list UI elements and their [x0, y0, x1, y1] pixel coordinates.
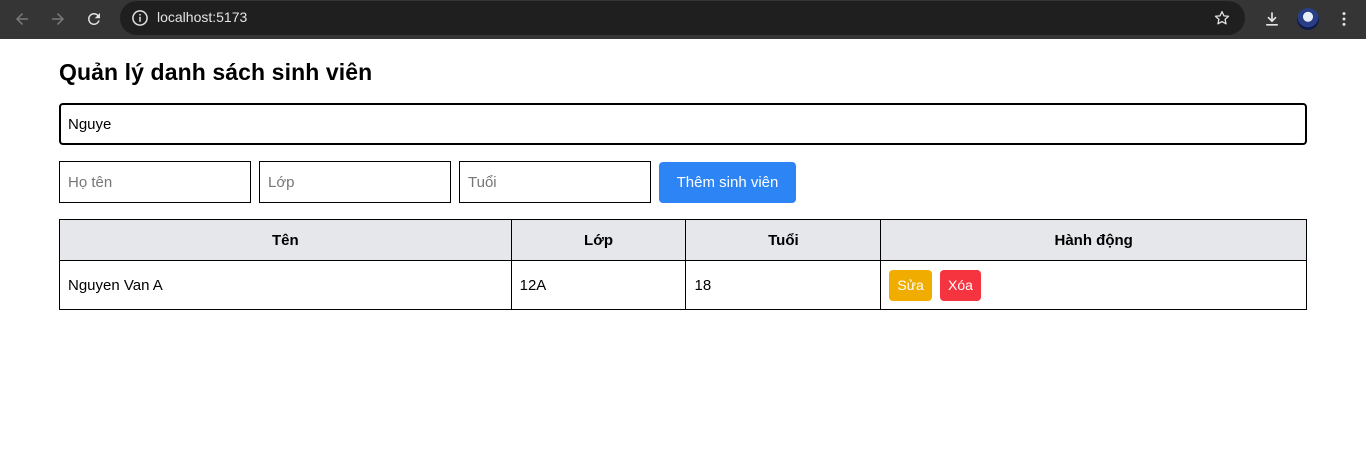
url-text: localhost:5173 [157, 9, 248, 25]
address-bar[interactable]: localhost:5173 [120, 1, 1245, 35]
download-icon[interactable] [1257, 4, 1287, 34]
bookmark-star-icon[interactable] [1213, 9, 1231, 27]
edit-button[interactable]: Sửa [889, 269, 932, 301]
site-info-icon[interactable] [130, 8, 150, 28]
student-age-cell: 18 [685, 260, 882, 310]
student-name-cell: Nguyen Van A [59, 260, 512, 310]
age-field[interactable] [459, 161, 651, 203]
class-field[interactable] [259, 161, 451, 203]
add-student-button[interactable]: Thêm sinh viên [659, 162, 796, 203]
column-header-age: Tuổi [685, 219, 882, 261]
page-title: Quản lý danh sách sinh viên [59, 59, 373, 85]
back-icon[interactable] [7, 4, 37, 34]
table-row: Nguyen Van A 12A 18 Sửa Xóa [59, 260, 1307, 310]
table-header-row: Tên Lớp Tuổi Hành động [59, 219, 1307, 261]
browser-toolbar: localhost:5173 [0, 0, 1366, 39]
profile-avatar[interactable] [1293, 4, 1323, 34]
search-input[interactable] [59, 103, 1307, 145]
name-field[interactable] [59, 161, 251, 203]
student-actions-cell: Sửa Xóa [880, 260, 1307, 310]
student-class-cell: 12A [510, 260, 687, 310]
column-header-class: Lớp [510, 219, 687, 261]
forward-icon[interactable] [43, 4, 73, 34]
avatar [1297, 8, 1319, 30]
delete-button[interactable]: Xóa [940, 269, 981, 301]
menu-dots-icon[interactable] [1329, 4, 1359, 34]
column-header-name: Tên [59, 219, 512, 261]
students-table: Tên Lớp Tuổi Hành động Nguyen Van A 12A … [59, 219, 1307, 310]
reload-icon[interactable] [79, 4, 109, 34]
column-header-actions: Hành động [880, 219, 1307, 261]
